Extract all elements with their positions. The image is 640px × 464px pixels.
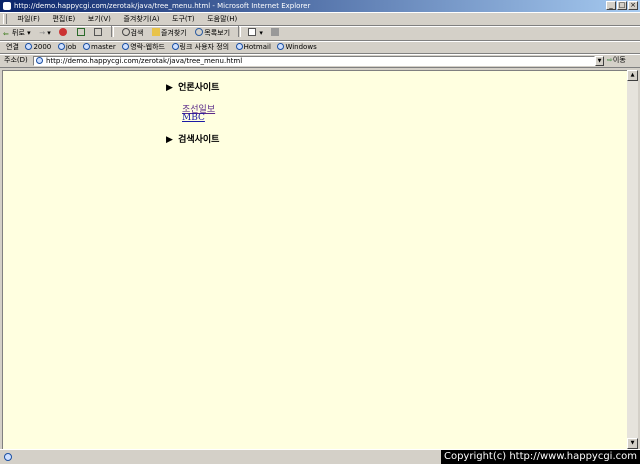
ie-page-icon xyxy=(25,43,33,50)
window-controls: _ □ × xyxy=(606,1,638,10)
page-content: ▶ 언론사이트 조선일보 MBC ▶ 검색사이트 xyxy=(2,70,627,449)
ie-page-icon xyxy=(36,57,43,64)
menu-view[interactable]: 보기(V) xyxy=(83,13,116,26)
menu-edit[interactable]: 편집(E) xyxy=(47,13,80,26)
refresh-button[interactable] xyxy=(74,26,89,40)
address-label: 주소(D) xyxy=(4,56,28,64)
tree-folder-search[interactable]: ▶ 검색사이트 xyxy=(166,132,219,145)
address-input[interactable]: http://demo.happycgi.com/zerotak/java/tr… xyxy=(33,56,595,66)
maximize-button[interactable]: □ xyxy=(617,1,627,10)
link-job[interactable]: job xyxy=(56,41,79,53)
go-button[interactable]: ⇨이동 xyxy=(607,54,626,67)
link-master[interactable]: master xyxy=(81,41,118,53)
minimize-button[interactable]: _ xyxy=(606,1,616,10)
home-icon xyxy=(94,28,103,36)
links-bar: 연결 2000 job master 영락-웹하드 링크 사용자 정의 Hotm… xyxy=(0,41,640,54)
search-button[interactable]: 검색 xyxy=(119,26,147,40)
ie-page-icon xyxy=(171,43,179,50)
favorites-icon xyxy=(151,28,160,36)
link-hotmail[interactable]: Hotmail xyxy=(234,41,273,53)
go-label: 이동 xyxy=(612,56,626,64)
title-bar: http://demo.happycgi.com/zerotak/java/tr… xyxy=(0,0,640,12)
back-arrow-icon: ⇐ xyxy=(3,30,9,38)
forward-arrow-icon: → xyxy=(39,29,46,37)
link-2000[interactable]: 2000 xyxy=(23,41,53,53)
scroll-down-button[interactable]: ▼ xyxy=(627,438,638,449)
menu-file[interactable]: 파일(F) xyxy=(13,13,45,26)
address-bar: 주소(D) http://demo.happycgi.com/zerotak/j… xyxy=(0,54,640,68)
folder-arrow-icon: ▶ xyxy=(166,83,173,93)
toolbar-separator xyxy=(111,26,114,37)
ie-icon xyxy=(3,2,11,10)
ie-page-icon xyxy=(4,453,12,461)
stop-button[interactable] xyxy=(56,26,71,40)
scroll-up-button[interactable]: ▲ xyxy=(627,70,638,81)
history-button[interactable]: 목록보기 xyxy=(192,26,233,40)
menu-tools[interactable]: 도구(T) xyxy=(167,13,200,26)
refresh-icon xyxy=(76,28,85,36)
ie-page-icon xyxy=(122,43,130,50)
link-webhard[interactable]: 영락-웹하드 xyxy=(120,41,167,53)
search-label: 검색 xyxy=(130,29,144,37)
copyright-text: Copyright(c) http://www.happycgi.com xyxy=(440,450,640,464)
home-button[interactable] xyxy=(91,26,106,40)
stop-icon xyxy=(59,28,68,36)
menu-help[interactable]: 도움말(H) xyxy=(202,13,242,26)
favorites-label: 즐겨찾기 xyxy=(160,29,187,37)
links-label: 연결 xyxy=(6,43,19,51)
history-label: 목록보기 xyxy=(204,29,231,37)
favorites-button[interactable]: 즐겨찾기 xyxy=(149,26,190,40)
ie-page-icon xyxy=(57,43,65,50)
menu-bar: 파일(F) 편집(E) 보기(V) 즐겨찾기(A) 도구(T) 도움말(H) xyxy=(0,12,640,26)
toolbar-grip xyxy=(3,14,7,24)
back-label: 뒤로 xyxy=(12,29,25,37)
vertical-scrollbar[interactable]: ▲ ▼ xyxy=(627,70,638,449)
link-windows[interactable]: Windows xyxy=(275,41,318,53)
tree-link-mbc[interactable]: MBC xyxy=(182,113,205,123)
window-title: http://demo.happycgi.com/zerotak/java/tr… xyxy=(14,2,311,10)
tree-folder-label: 검색사이트 xyxy=(178,135,220,145)
mail-icon xyxy=(248,28,257,36)
history-icon xyxy=(195,28,204,36)
toolbar-separator xyxy=(237,26,241,37)
ie-page-icon xyxy=(235,43,243,50)
ie-page-icon xyxy=(277,43,285,50)
standard-toolbar: ⇐ 뒤로 ▾ → ▾ 검색 즐겨찾기 목록보기 ▾ xyxy=(0,26,640,41)
address-dropdown-button[interactable]: ▼ xyxy=(595,56,604,66)
close-button[interactable]: × xyxy=(628,1,638,10)
link-customize[interactable]: 링크 사용자 정의 xyxy=(170,41,232,53)
status-bar: Copyright(c) http://www.happycgi.com xyxy=(0,449,640,464)
back-button[interactable]: ⇐ 뒤로 ▾ xyxy=(0,26,34,40)
tree-folder-label: 언론사이트 xyxy=(178,83,220,93)
address-url: http://demo.happycgi.com/zerotak/java/tr… xyxy=(46,57,243,65)
mail-button[interactable]: ▾ xyxy=(245,26,266,40)
print-button[interactable] xyxy=(268,26,283,40)
ie-page-icon xyxy=(83,43,91,50)
print-icon xyxy=(271,28,280,36)
tree-folder-news[interactable]: ▶ 언론사이트 xyxy=(166,80,219,93)
folder-arrow-icon: ▶ xyxy=(166,135,173,145)
menu-favorites[interactable]: 즐겨찾기(A) xyxy=(118,13,164,26)
forward-button[interactable]: → ▾ xyxy=(36,26,54,40)
search-icon xyxy=(121,28,130,36)
